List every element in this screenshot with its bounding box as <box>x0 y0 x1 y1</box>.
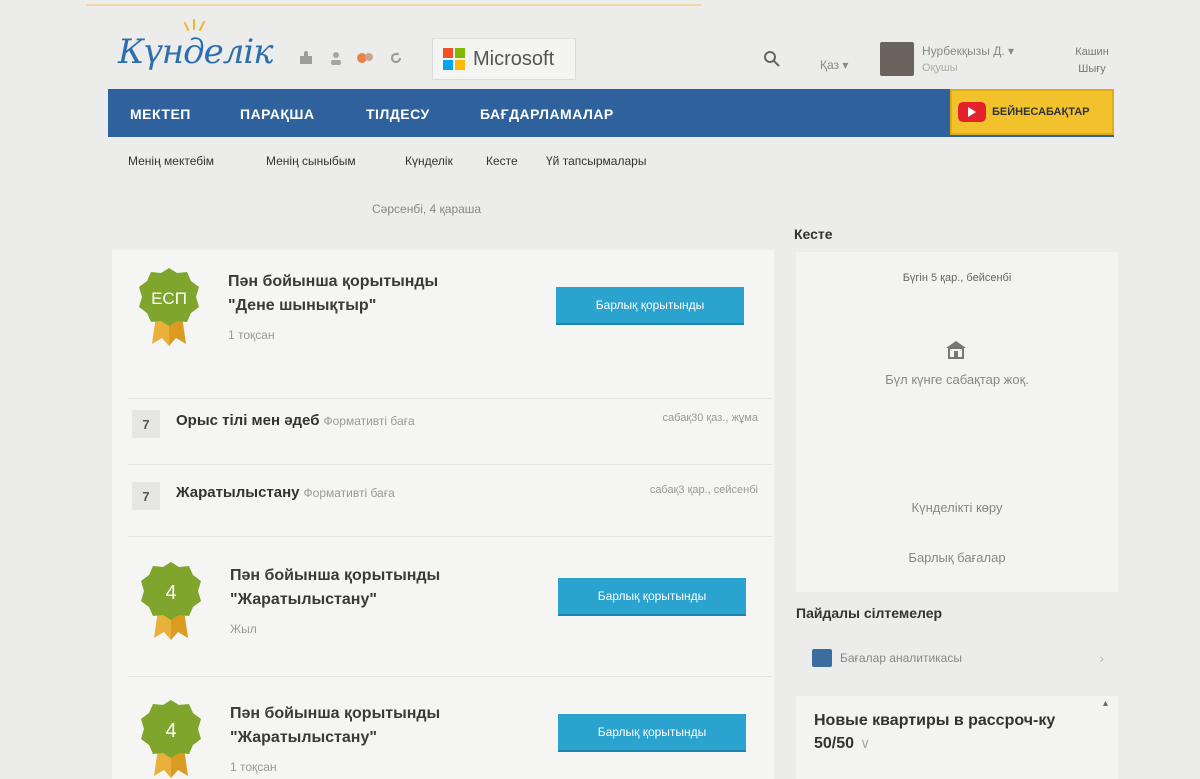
result-card: 4 Пән бойынша қорытынды "Жаратылыстану" … <box>112 546 774 666</box>
card-title-line2: "Жаратылыстану" <box>230 591 377 608</box>
analytics-icon <box>812 649 832 667</box>
divider <box>128 536 772 537</box>
nav-item-page[interactable]: ПАРАҚША <box>240 106 315 122</box>
ad-text: Новые квартиры в рассроч-ку 50/50 ∨ <box>814 710 1104 755</box>
badge-icon: ЕСП <box>139 268 199 346</box>
card-title-line1: Пән бойынша қорытынды <box>230 567 441 584</box>
search-icon[interactable] <box>763 50 781 68</box>
refresh-icon[interactable] <box>386 48 406 68</box>
microsoft-label: Microsoft <box>473 47 555 70</box>
chevron-down-icon: ∨ <box>860 735 871 751</box>
mark-subject-name: Жаратылыстану <box>176 484 300 501</box>
card-title-line1: Пән бойынша қорытынды <box>230 705 441 722</box>
marks-analytics-label: Бағалар аналитикасы <box>840 651 962 665</box>
language-select[interactable]: Қаз ▾ <box>820 58 848 72</box>
subnav-diary[interactable]: Күнделік <box>405 154 453 168</box>
useful-links-title: Пайдалы сілтемелер <box>796 605 943 621</box>
nav-item-programs[interactable]: БАҒДАРЛАМАЛАР <box>480 106 614 122</box>
mark-row[interactable]: 7 Орыс тілі мен әдеб Формативті баға саба… <box>128 394 772 454</box>
ad-close-icon[interactable]: ▴ <box>1103 698 1108 709</box>
card-period: 1 тоқсан <box>230 760 277 774</box>
logo[interactable]: Күнделік <box>118 32 274 72</box>
user-name[interactable]: Нурбекқызы Д. ▾ <box>922 44 1014 58</box>
all-results-button[interactable]: Барлық қорытынды <box>558 714 746 752</box>
mark-subject: Орыс тілі мен әдеб Формативті баға <box>176 412 415 429</box>
card-title-line2: "Жаратылыстану" <box>230 729 377 746</box>
schedule-title: Кесте <box>794 226 833 242</box>
microsoft-logo-icon <box>443 48 465 70</box>
card-period: Жыл <box>230 622 257 636</box>
subnav-schedule[interactable]: Кесте <box>486 154 518 168</box>
mark-type: Формативті баға <box>303 486 395 500</box>
all-results-button[interactable]: Барлық қорытынды <box>556 287 744 325</box>
no-lessons-text: Бүл күнге сабақтар жоқ. <box>885 372 1029 387</box>
nav-item-messages[interactable]: ТІЛДЕСУ <box>366 106 430 122</box>
badge-label: 4 <box>165 720 176 742</box>
video-lessons-button[interactable]: БЕЙНЕСАБАҚТАР <box>950 89 1114 135</box>
card-title: Пән бойынша қорытынды "Жаратылыстану" <box>230 702 440 750</box>
mark-row[interactable]: 7 Жаратылыстану Формативті баға сабақ3 қа… <box>128 466 772 526</box>
divider <box>128 676 772 677</box>
nav-item-school[interactable]: МЕКТЕП <box>130 106 191 122</box>
marks-analytics-link[interactable]: Бағалар аналитикасы › <box>812 648 1112 672</box>
subnav-my-class[interactable]: Менің сыныбым <box>266 154 356 168</box>
feed: ЕСП Пән бойынша қорытынды "Дене шынықтыр… <box>112 250 774 779</box>
logo-rays-icon <box>184 19 205 31</box>
subnav-homework[interactable]: Үй тапсырмалары <box>546 154 646 168</box>
card-title-line2: "Дене шынықтыр" <box>228 297 377 314</box>
browser-top-line <box>86 0 701 6</box>
mark-subject-name: Орыс тілі мен әдеб <box>176 412 320 429</box>
mark-subject: Жаратылыстану Формативті баға <box>176 484 395 501</box>
card-title: Пән бойынша қорытынды "Жаратылыстану" <box>230 564 440 612</box>
exit-link[interactable]: Кашин Шығу <box>1070 44 1114 78</box>
avatar[interactable] <box>880 42 914 76</box>
chevron-right-icon: › <box>1099 650 1104 666</box>
result-card: ЕСП Пән бойынша қорытынды "Дене шынықтыр… <box>112 250 774 390</box>
divider <box>128 464 772 465</box>
mark-value: 7 <box>132 410 160 438</box>
exit-line2: Шығу <box>1078 63 1106 75</box>
badge-label: 4 <box>165 582 176 604</box>
site-header: Күнделік Microsoft Қаз ▾ Нурбекқызы Д. ▾… <box>108 14 1118 88</box>
mark-date: сабақ3 қар., сейсенбі <box>649 484 758 496</box>
badge-icon: 4 <box>141 562 201 640</box>
view-diary-link[interactable]: Күнделікті көру <box>796 500 1118 515</box>
result-card: 4 Пән бойынша қорытынды "Жаратылыстану" … <box>112 682 774 779</box>
feed-date: Сәрсенбі, 4 қараша <box>372 202 482 216</box>
schedule-panel: Бүгін 5 қар., бейсенбі Бүл күнге сабақта… <box>796 252 1118 592</box>
person-icon[interactable] <box>326 48 346 68</box>
video-lessons-label: БЕЙНЕСАБАҚТАР <box>992 106 1090 118</box>
badge-icon: 4 <box>141 700 201 778</box>
mark-value: 7 <box>132 482 160 510</box>
subnav-my-school[interactable]: Менің мектебім <box>128 154 214 168</box>
puzzle-icon[interactable] <box>296 48 316 68</box>
mark-date: сабақ30 қаз., жұма <box>662 412 758 424</box>
microsoft-button[interactable]: Microsoft <box>432 38 576 80</box>
all-results-button[interactable]: Барлық қорытынды <box>558 578 746 616</box>
badge-label: ЕСП <box>151 289 187 308</box>
exit-line1: Кашин <box>1075 46 1109 58</box>
youtube-icon <box>958 102 986 122</box>
user-role: Оқушы <box>922 62 958 74</box>
header-icons <box>296 48 406 68</box>
apps-icon[interactable] <box>356 48 376 68</box>
schedule-date: Бүгін 5 қар., бейсенбі <box>902 272 1012 284</box>
mark-type: Формативті баға <box>323 414 415 428</box>
school-icon <box>946 341 966 359</box>
card-title-line1: Пән бойынша қорытынды <box>228 273 439 290</box>
ad-text-label: Новые квартиры в рассроч-ку 50/50 <box>814 712 1056 752</box>
all-marks-link[interactable]: Барлық бағалар <box>796 550 1118 565</box>
card-title: Пән бойынша қорытынды "Дене шынықтыр" <box>228 270 438 318</box>
card-period: 1 тоқсан <box>228 328 275 342</box>
main-nav: МЕКТЕП ПАРАҚША ТІЛДЕСУ БАҒДАРЛАМАЛАР БЕЙ… <box>108 89 1114 137</box>
ad-banner[interactable]: ▴ Новые квартиры в рассроч-ку 50/50 ∨ <box>796 696 1118 779</box>
